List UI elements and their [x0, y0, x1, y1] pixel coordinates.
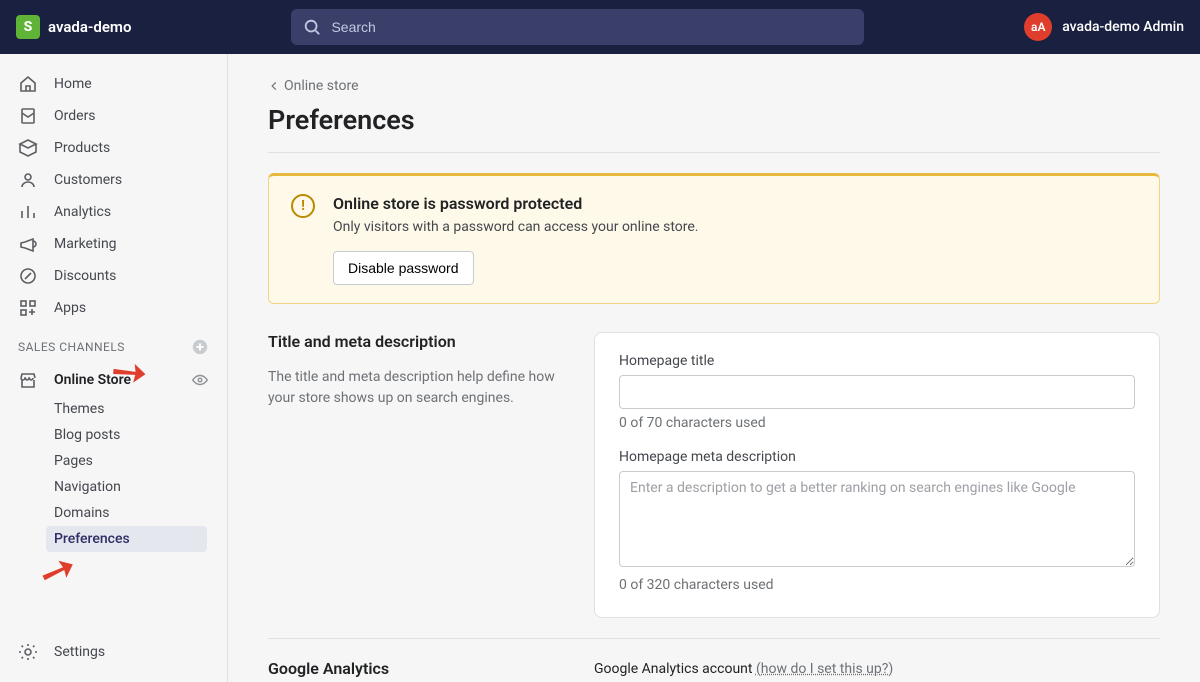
- ga-card-header: Google Analytics account (how do I set t…: [594, 659, 1160, 677]
- sidebar-subitem-blog-posts[interactable]: Blog posts: [0, 422, 227, 448]
- sidebar-item-products[interactable]: Products: [0, 132, 227, 164]
- sidebar-item-label: Customers: [54, 172, 122, 188]
- sales-channels-header: SALES CHANNELS: [0, 324, 227, 364]
- homepage-desc-label: Homepage meta description: [619, 449, 1135, 465]
- search-input[interactable]: [331, 19, 852, 35]
- store-switcher[interactable]: S avada-demo: [16, 15, 131, 39]
- sidebar-item-label: Orders: [54, 108, 96, 124]
- page-title: Preferences: [268, 104, 1160, 136]
- homepage-title-input[interactable]: [619, 375, 1135, 409]
- customers-icon: [18, 170, 38, 190]
- divider: [268, 638, 1160, 639]
- meta-card: Homepage title 0 of 70 characters used H…: [594, 332, 1160, 618]
- products-icon: [18, 138, 38, 158]
- sidebar-item-label: Online Store: [54, 372, 131, 388]
- homepage-desc-textarea[interactable]: [619, 471, 1135, 567]
- sidebar-item-label: Marketing: [54, 236, 117, 252]
- disable-password-button[interactable]: Disable password: [333, 251, 474, 285]
- store-icon: [18, 370, 38, 390]
- sidebar: Home Orders Products Customers Analytics Mark…: [0, 54, 228, 682]
- apps-icon: [18, 298, 38, 318]
- sidebar-subitem-themes[interactable]: Themes: [0, 396, 227, 422]
- topbar: S avada-demo aA avada-demo Admin: [0, 0, 1200, 54]
- sidebar-item-home[interactable]: Home: [0, 68, 227, 100]
- sidebar-item-apps[interactable]: Apps: [0, 292, 227, 324]
- search-icon: [303, 18, 321, 36]
- sidebar-item-marketing[interactable]: Marketing: [0, 228, 227, 260]
- sidebar-item-customers[interactable]: Customers: [0, 164, 227, 196]
- sidebar-item-label: Products: [54, 140, 110, 156]
- warning-icon: !: [291, 194, 315, 218]
- sidebar-item-label: Settings: [54, 644, 105, 660]
- breadcrumb-back[interactable]: Online store: [268, 78, 359, 94]
- avatar: aA: [1024, 13, 1052, 41]
- sidebar-item-label: Home: [54, 76, 92, 92]
- title-char-counter: 0 of 70 characters used: [619, 415, 1135, 431]
- marketing-icon: [18, 234, 38, 254]
- home-icon: [18, 74, 38, 94]
- section-heading-meta: Title and meta description: [268, 332, 578, 351]
- section-description: The title and meta description help defi…: [268, 367, 578, 409]
- banner-body-text: Only visitors with a password can access…: [333, 219, 698, 235]
- user-name: avada-demo Admin: [1062, 19, 1184, 35]
- ga-help-link[interactable]: (how do I set this up?): [756, 661, 893, 677]
- sidebar-item-analytics[interactable]: Analytics: [0, 196, 227, 228]
- sidebar-item-discounts[interactable]: Discounts: [0, 260, 227, 292]
- analytics-icon: [18, 202, 38, 222]
- account-menu[interactable]: aA avada-demo Admin: [1024, 13, 1184, 41]
- sidebar-item-label: Analytics: [54, 204, 111, 220]
- sidebar-item-online-store[interactable]: Online Store: [0, 364, 227, 396]
- chevron-left-icon: [268, 80, 280, 92]
- ga-account-label: Google Analytics account: [594, 661, 752, 677]
- sidebar-subitem-navigation[interactable]: Navigation: [0, 474, 227, 500]
- sidebar-subitem-pages[interactable]: Pages: [0, 448, 227, 474]
- discounts-icon: [18, 266, 38, 286]
- shopify-logo-icon: S: [16, 15, 40, 39]
- gear-icon: [18, 642, 38, 662]
- sidebar-subitem-preferences[interactable]: Preferences: [46, 526, 207, 552]
- add-channel-button[interactable]: [191, 338, 209, 356]
- password-banner: ! Online store is password protected Onl…: [268, 173, 1160, 304]
- view-store-icon[interactable]: [191, 371, 209, 389]
- store-name: avada-demo: [48, 18, 131, 36]
- orders-icon: [18, 106, 38, 126]
- sidebar-item-settings[interactable]: Settings: [0, 636, 227, 668]
- sidebar-item-label: Discounts: [54, 268, 116, 284]
- section-title: SALES CHANNELS: [18, 340, 125, 354]
- search-bar[interactable]: [291, 9, 864, 45]
- breadcrumb-label: Online store: [284, 78, 359, 94]
- sidebar-subitem-domains[interactable]: Domains: [0, 500, 227, 526]
- divider: [268, 152, 1160, 153]
- banner-title: Online store is password protected: [333, 194, 698, 213]
- section-heading-ga: Google Analytics: [268, 659, 578, 678]
- homepage-title-label: Homepage title: [619, 353, 1135, 369]
- main-content: Online store Preferences ! Online store …: [228, 54, 1200, 682]
- desc-char-counter: 0 of 320 characters used: [619, 577, 1135, 593]
- sidebar-item-orders[interactable]: Orders: [0, 100, 227, 132]
- sidebar-item-label: Apps: [54, 300, 86, 316]
